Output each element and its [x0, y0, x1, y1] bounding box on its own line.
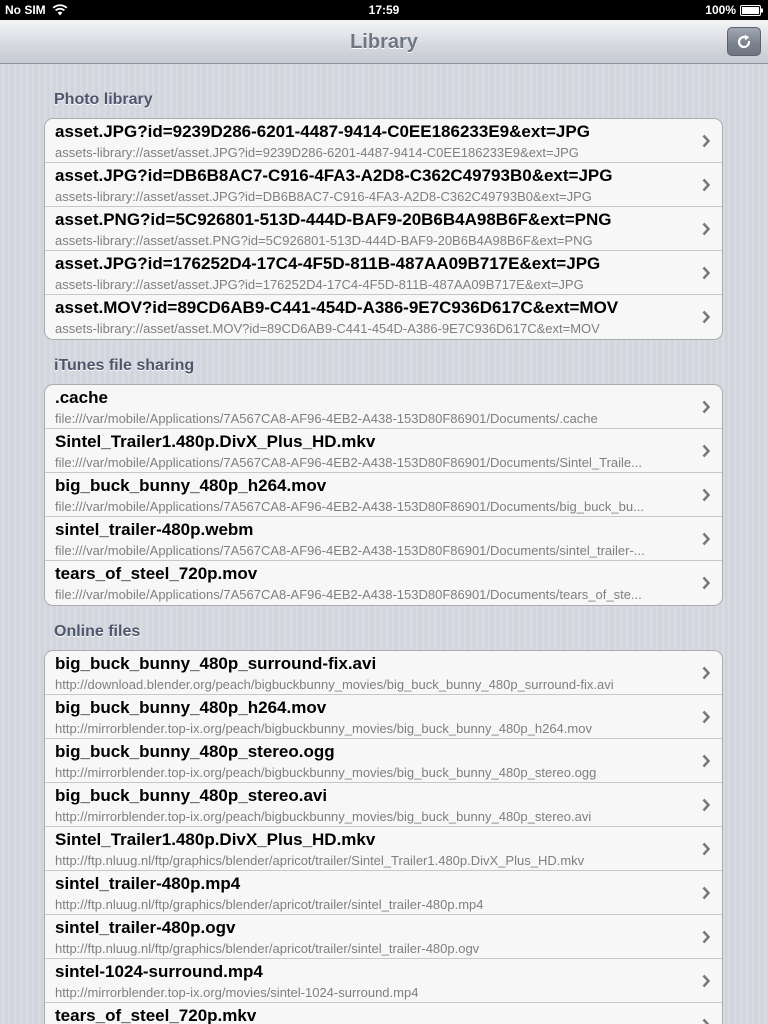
- list-item-title: Sintel_Trailer1.480p.DivX_Plus_HD.mkv: [55, 432, 376, 451]
- list-item[interactable]: asset.JPG?id=9239D286-6201-4487-9414-C0E…: [45, 119, 722, 163]
- list-item[interactable]: big_buck_bunny_480p_stereo.ogg http://mir…: [45, 739, 722, 783]
- list-item[interactable]: tears_of_steel_720p.mov file:///var/mobil…: [45, 561, 722, 605]
- list-item[interactable]: sintel_trailer-480p.mp4 http://ftp.nluug.…: [45, 871, 722, 915]
- list-item-title: asset.MOV?id=89CD6AB9-C441-454D-A386-9E7…: [55, 298, 619, 317]
- list-item-title: asset.JPG?id=176252D4-17C4-4F5D-811B-487…: [55, 254, 601, 273]
- status-bar: No SIM 17:59 100%: [0, 0, 768, 20]
- list-item[interactable]: asset.MOV?id=89CD6AB9-C441-454D-A386-9E7…: [45, 295, 722, 339]
- list-item[interactable]: tears_of_steel_720p.mkv: [45, 1003, 722, 1024]
- list-item[interactable]: sintel_trailer-480p.ogv http://ftp.nluug.…: [45, 915, 722, 959]
- chevron-right-icon: [702, 930, 710, 944]
- list-item-subtitle: file:///var/mobile/Applications/7A567CA8…: [55, 455, 642, 470]
- section-header-online-files: Online files: [54, 623, 141, 640]
- list-item[interactable]: sintel_trailer-480p.webm file:///var/mobi…: [45, 517, 722, 561]
- list-item-title: sintel_trailer-480p.webm: [55, 520, 254, 539]
- list-item-subtitle: http://mirrorblender.top-ix.org/peach/bi…: [55, 809, 592, 824]
- list-item-title: sintel_trailer-480p.ogv: [55, 918, 236, 937]
- list-item-subtitle: assets-library://asset/asset.JPG?id=DB6B…: [55, 189, 592, 204]
- list-item-title: big_buck_bunny_480p_stereo.ogg: [55, 742, 335, 761]
- list-item-title: Sintel_Trailer1.480p.DivX_Plus_HD.mkv: [55, 830, 376, 849]
- list-item-title: .cache: [55, 388, 108, 407]
- list-item[interactable]: big_buck_bunny_480p_h264.mov http://mirro…: [45, 695, 722, 739]
- list-item[interactable]: Sintel_Trailer1.480p.DivX_Plus_HD.mkvhtt…: [45, 827, 722, 871]
- page-title: Library: [350, 31, 418, 53]
- list-item-subtitle: file:///var/mobile/Applications/7A567CA8…: [55, 587, 642, 602]
- chevron-right-icon: [702, 488, 710, 502]
- list-item-title: big_buck_bunny_480p_stereo.avi: [55, 786, 328, 805]
- battery-icon: [740, 4, 763, 16]
- chevron-right-icon: [702, 710, 710, 724]
- list-item-subtitle: http://ftp.nluug.nl/ftp/graphics/blender…: [55, 941, 480, 956]
- list-item-title: tears_of_steel_720p.mov: [55, 564, 258, 583]
- chevron-right-icon: [702, 842, 710, 856]
- list-item-subtitle: http://mirrorblender.top-ix.org/peach/bi…: [55, 765, 597, 780]
- list-item-title: asset.JPG?id=9239D286-6201-4487-9414-C0E…: [55, 122, 590, 141]
- status-right: 100%: [705, 3, 764, 17]
- list-item[interactable]: big_buck_bunny_480p_stereo.avi http://mir…: [45, 783, 722, 827]
- chevron-right-icon: [702, 444, 710, 458]
- list-item[interactable]: asset.PNG?id=5C926801-513D-444D-BAF9-20B…: [45, 207, 722, 251]
- chevron-right-icon: [702, 1018, 710, 1024]
- library-content[interactable]: Photo library asset.JPG?id=9239D286-6201…: [0, 64, 768, 1024]
- section-header-photo-library: Photo library: [54, 91, 153, 108]
- list-item-subtitle: assets-library://asset/asset.PNG?id=5C92…: [55, 233, 593, 248]
- list-item-title: sintel-1024-surround.mp4: [55, 962, 263, 981]
- list-item-subtitle: assets-library://asset/asset.JPG?id=1762…: [55, 277, 584, 292]
- chevron-right-icon: [702, 222, 710, 236]
- list-item-title: big_buck_bunny_480p_h264.mov: [55, 476, 327, 495]
- list-item[interactable]: Sintel_Trailer1.480p.DivX_Plus_HD.mkvfil…: [45, 429, 722, 473]
- section-header-itunes-file-sharing: iTunes file sharing: [54, 357, 195, 374]
- battery-percent: 100%: [705, 3, 736, 17]
- list-item-title: tears_of_steel_720p.mkv: [55, 1006, 257, 1024]
- list-item[interactable]: asset.JPG?id=DB6B8AC7-C916-4FA3-A2D8-C36…: [45, 163, 722, 207]
- chevron-right-icon: [702, 266, 710, 280]
- list-item-title: big_buck_bunny_480p_surround-fix.avi: [55, 654, 377, 673]
- photo-library-group: asset.JPG?id=9239D286-6201-4487-9414-C0E…: [44, 118, 723, 340]
- chevron-right-icon: [702, 310, 710, 324]
- chevron-right-icon: [702, 134, 710, 148]
- chevron-right-icon: [702, 886, 710, 900]
- list-item-title: sintel_trailer-480p.mp4: [55, 874, 241, 893]
- list-item-title: asset.PNG?id=5C926801-513D-444D-BAF9-20B…: [55, 210, 612, 229]
- online-files-group: big_buck_bunny_480p_surround-fix.avihttp…: [44, 650, 723, 1024]
- list-item-subtitle: file:///var/mobile/Applications/7A567CA8…: [55, 411, 598, 426]
- list-item-subtitle: http://mirrorblender.top-ix.org/movies/s…: [55, 985, 419, 1000]
- list-item-subtitle: assets-library://asset/asset.JPG?id=9239…: [55, 145, 579, 160]
- list-item-title: asset.JPG?id=DB6B8AC7-C916-4FA3-A2D8-C36…: [55, 166, 613, 185]
- chevron-right-icon: [702, 178, 710, 192]
- list-item-subtitle: file:///var/mobile/Applications/7A567CA8…: [55, 543, 645, 558]
- status-time: 17:59: [368, 3, 400, 17]
- chevron-right-icon: [702, 754, 710, 768]
- list-item-subtitle: http://ftp.nluug.nl/ftp/graphics/blender…: [55, 853, 585, 868]
- list-item[interactable]: .cache file:///var/mobile/Applications/7A…: [45, 385, 722, 429]
- chevron-right-icon: [702, 666, 710, 680]
- list-item[interactable]: big_buck_bunny_480p_h264.mov file:///var/…: [45, 473, 722, 517]
- chevron-right-icon: [702, 576, 710, 590]
- chevron-right-icon: [702, 400, 710, 414]
- itunes-file-sharing-group: .cache file:///var/mobile/Applications/7A…: [44, 384, 723, 606]
- list-item[interactable]: big_buck_bunny_480p_surround-fix.avihttp…: [45, 651, 722, 695]
- navigation-bar: Library: [0, 20, 768, 64]
- refresh-icon: [737, 34, 751, 48]
- list-item-subtitle: http://mirrorblender.top-ix.org/peach/bi…: [55, 721, 592, 736]
- list-item-title: big_buck_bunny_480p_h264.mov: [55, 698, 327, 717]
- list-item-subtitle: http://download.blender.org/peach/bigbuc…: [55, 677, 614, 692]
- list-item-subtitle: http://ftp.nluug.nl/ftp/graphics/blender…: [55, 897, 484, 912]
- list-item-subtitle: assets-library://asset/asset.MOV?id=89CD…: [55, 321, 600, 336]
- list-item[interactable]: sintel-1024-surround.mp4 http://mirrorble…: [45, 959, 722, 1003]
- list-item[interactable]: asset.JPG?id=176252D4-17C4-4F5D-811B-487…: [45, 251, 722, 295]
- chevron-right-icon: [702, 974, 710, 988]
- chevron-right-icon: [702, 532, 710, 546]
- refresh-button[interactable]: [727, 27, 761, 56]
- chevron-right-icon: [702, 798, 710, 812]
- list-item-subtitle: file:///var/mobile/Applications/7A567CA8…: [55, 499, 644, 514]
